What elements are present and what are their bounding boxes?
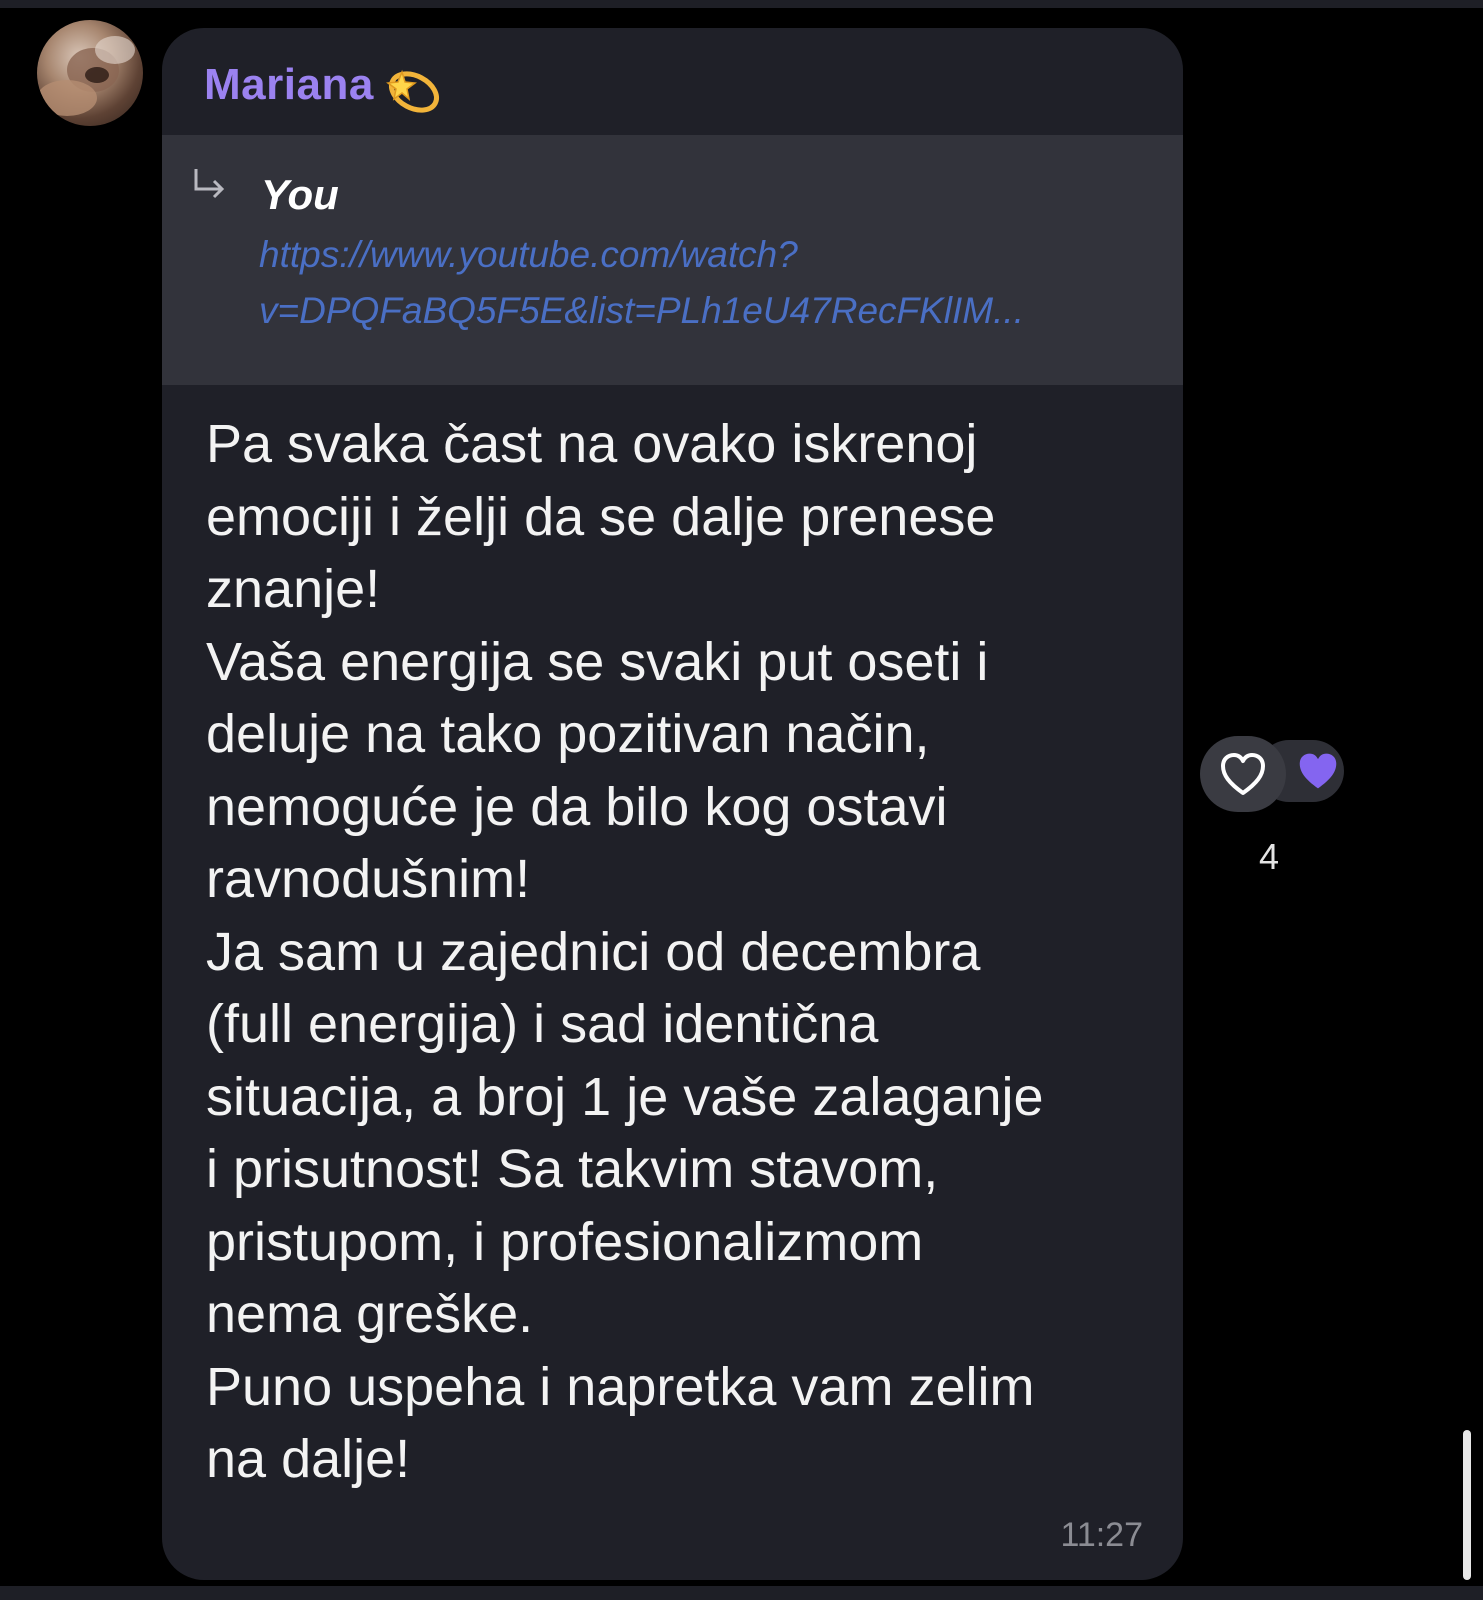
heart-outline-icon[interactable] xyxy=(1219,751,1267,797)
message-line: deluje na tako pozitivan način, xyxy=(206,704,930,764)
message-line: Pa svaka čast na ovako iskrenoj xyxy=(206,414,978,474)
reply-author: You xyxy=(261,171,339,218)
message-line: pristupom, i profesionalizmom xyxy=(206,1211,924,1272)
message-line: nema greške. xyxy=(206,1284,534,1344)
top-strip xyxy=(0,0,1483,8)
message-line: situacija, a broj 1 je vaše zalaganje xyxy=(206,1066,1044,1127)
message-line: (full energija) i sad identična xyxy=(206,994,879,1054)
avatar-photo xyxy=(37,36,135,116)
bottom-strip xyxy=(0,1586,1483,1600)
message-line: ravnodušnim! xyxy=(206,849,531,909)
reply-link-line[interactable]: https://www.youtube.com/watch? xyxy=(259,227,1149,283)
reply-link[interactable]: https://www.youtube.com/watch? v=DPQFaBQ… xyxy=(259,227,1149,339)
reply-arrow-icon xyxy=(194,169,225,199)
avatar[interactable] xyxy=(37,20,143,126)
message-bubble[interactable]: Mariana You https://www.youtube.com/watc… xyxy=(162,28,1183,1580)
reaction-count: 4 xyxy=(1259,836,1280,877)
dizzy-sparkle-icon xyxy=(385,69,439,113)
message-line: Puno uspeha i napretka vam zelim xyxy=(206,1356,1035,1417)
sender-header: Mariana xyxy=(204,52,444,118)
message-text: Pa svaka čast na ovako iskrenoj emociji … xyxy=(206,408,1166,1496)
sender-name[interactable]: Mariana xyxy=(204,60,374,110)
message-line: znanje! xyxy=(206,559,381,619)
message-line: emociji i želji da se dalje prenese xyxy=(206,486,996,547)
reply-link-line[interactable]: v=DPQFaBQ5F5E&list=PLh1eU47RecFKlIM... xyxy=(259,283,1149,339)
scrollbar[interactable] xyxy=(1463,1430,1471,1580)
reactions[interactable] xyxy=(1200,736,1346,812)
message-line: Ja sam u zajednici od decembra xyxy=(206,921,981,982)
message-time: 11:27 xyxy=(1060,1516,1143,1554)
message-line: nemoguće je da bilo kog ostavi xyxy=(206,776,948,837)
message-line: i prisutnost! Sa takvim stavom, xyxy=(206,1139,939,1199)
message-line: Vaša energija se svaki put oseti i xyxy=(206,631,989,692)
message-line: na dalje! xyxy=(206,1429,411,1489)
reply-preview[interactable]: You https://www.youtube.com/watch? v=DPQ… xyxy=(162,135,1183,385)
purple-heart-icon[interactable] xyxy=(1296,750,1340,792)
